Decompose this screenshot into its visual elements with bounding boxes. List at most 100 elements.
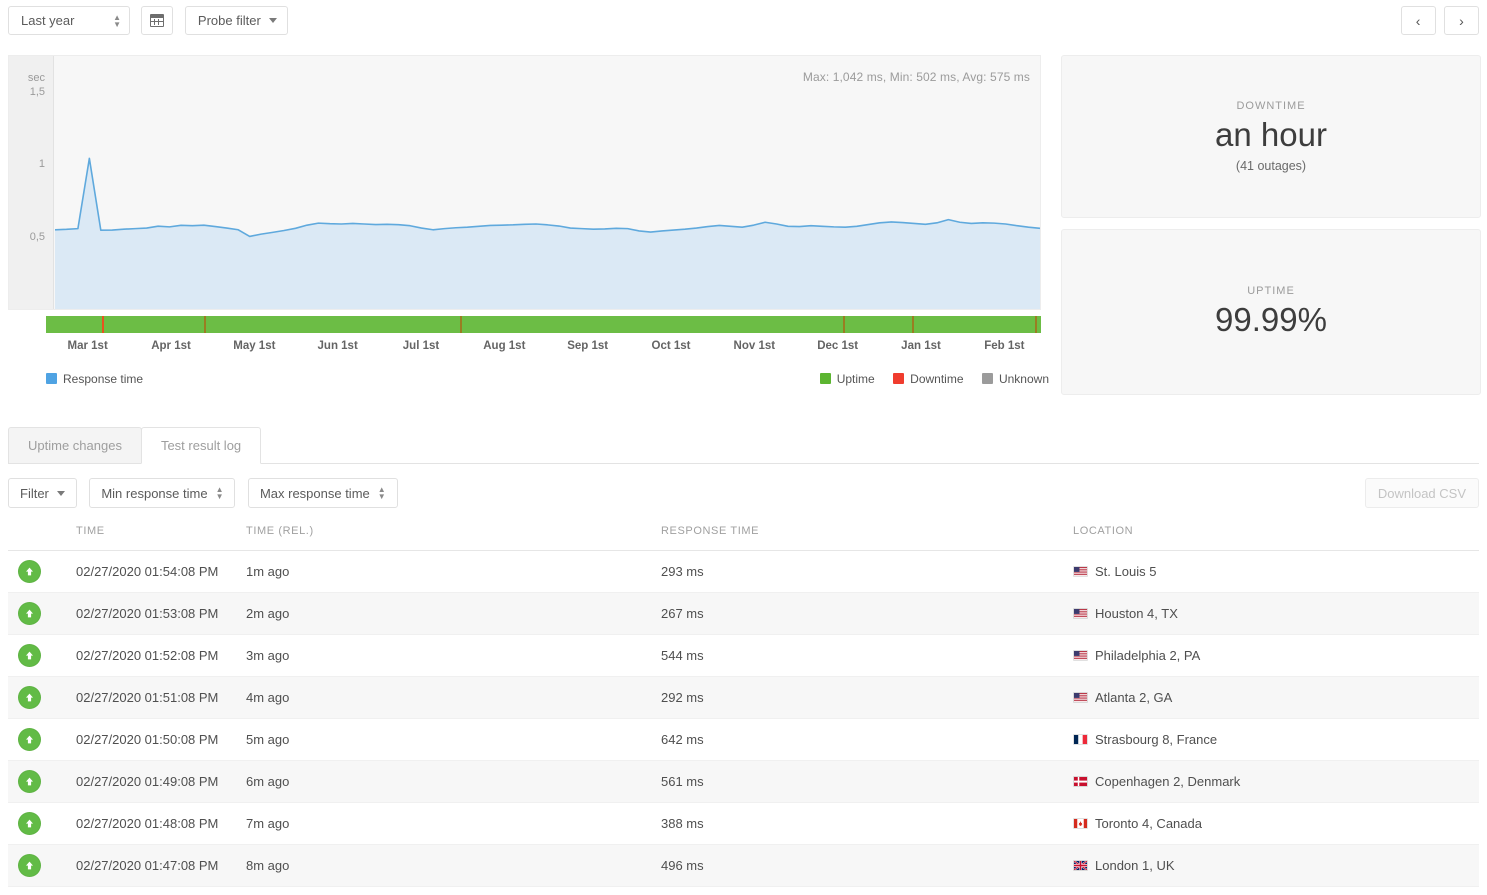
cell-response-time: 267 ms [661, 606, 704, 621]
x-axis-tick-6: Sep 1st [567, 340, 609, 352]
chart-plot-area[interactable] [55, 56, 1040, 309]
table-row[interactable]: 02/27/2020 01:47:08 PM 8m ago 496 ms London… [8, 845, 1479, 887]
status-up-icon [18, 602, 41, 625]
outage-marker-4[interactable] [911, 316, 914, 333]
cell-time: 02/27/2020 01:52:08 PM [76, 648, 219, 663]
chart-stats-label: Max: 1,042 ms, Min: 502 ms, Avg: 575 ms [802, 70, 1030, 84]
probe-filter-label: Probe filter [197, 13, 261, 28]
location-label: St. Louis 5 [1095, 564, 1157, 579]
outage-marker-3[interactable] [842, 316, 845, 333]
legend-item-unknown: Unknown [981, 372, 1049, 386]
legend-swatch-response-time [46, 373, 57, 384]
pagination: ‹ › [1397, 6, 1479, 35]
outage-marker-2[interactable] [459, 316, 462, 333]
uptime-card-label: Uptime [1247, 284, 1295, 297]
next-page-button[interactable]: › [1444, 6, 1479, 35]
calendar-button[interactable] [141, 6, 174, 35]
tab-uptime-changes[interactable]: Uptime changes [8, 427, 142, 464]
row-status [8, 770, 76, 793]
location-label: London 1, UK [1095, 858, 1175, 873]
cell-location: Atlanta 2, GA [1073, 690, 1479, 705]
legend-item-response-time: Response time [46, 372, 143, 386]
cell-time-rel: 5m ago [246, 732, 290, 747]
y-axis-tick-2: 0,5 [29, 230, 45, 243]
cell-response-time: 388 ms [661, 816, 704, 831]
download-csv-button[interactable]: Download CSV [1364, 478, 1479, 508]
table-row[interactable]: 02/27/2020 01:54:08 PM 1m ago 293 ms St. Lo… [8, 551, 1479, 593]
chevron-right-icon: › [1459, 12, 1464, 29]
response-time-chart-panel: sec 1,5 1 0,5 Max: 1,042 ms, Min: 502 ms, A… [8, 55, 1049, 395]
cell-location: London 1, UK [1073, 858, 1479, 873]
flag-us-icon [1073, 608, 1088, 619]
row-status [8, 602, 76, 625]
prev-page-button[interactable]: ‹ [1400, 6, 1436, 35]
y-axis-unit-label: sec [27, 72, 45, 84]
x-axis-tick-0: Mar 1st [67, 340, 108, 352]
table-row[interactable]: 02/27/2020 01:48:08 PM 7m ago 388 ms Toront… [8, 803, 1479, 845]
table-row[interactable]: 02/27/2020 01:49:08 PM 6m ago 561 ms Copenh… [8, 761, 1479, 803]
uptime-status-bar[interactable] [46, 316, 1041, 333]
table-row[interactable]: 02/27/2020 01:50:08 PM 5m ago 642 ms Strasb… [8, 719, 1479, 761]
min-response-time-label: Min response time [101, 485, 208, 501]
flag-dk-icon [1073, 776, 1088, 787]
legend-label-downtime: Downtime [910, 371, 964, 386]
x-axis-tick-11: Feb 1st [984, 340, 1025, 352]
uptime-card: Uptime 99.99% [1061, 229, 1481, 395]
filter-label: Filter [20, 485, 49, 501]
outage-marker-5[interactable] [1035, 316, 1038, 333]
status-up-icon [18, 812, 41, 835]
location-label: Philadelphia 2, PA [1095, 648, 1201, 663]
cell-time: 02/27/2020 01:48:08 PM [76, 816, 219, 831]
column-header-time: Time [76, 525, 105, 537]
x-axis-tick-10: Jan 1st [901, 340, 941, 352]
column-header-time-rel: Time (rel.) [246, 525, 314, 537]
x-axis-tick-8: Nov 1st [733, 340, 776, 352]
cell-time: 02/27/2020 01:50:08 PM [76, 732, 219, 747]
location-label: Strasbourg 8, France [1095, 732, 1218, 747]
chevron-down-icon [56, 490, 65, 496]
legend-swatch-downtime [893, 373, 905, 384]
location-label: Toronto 4, Canada [1095, 816, 1202, 831]
min-response-time-stepper[interactable]: Min response time ▲ ▼ [89, 478, 236, 508]
stepper-icon: ▲ ▼ [377, 485, 386, 501]
row-status [8, 686, 76, 709]
cell-location: Toronto 4, Canada [1073, 816, 1479, 831]
probe-filter-dropdown[interactable]: Probe filter [184, 6, 288, 35]
y-axis: sec 1,5 1 0,5 [9, 56, 54, 309]
cell-time-rel: 4m ago [246, 690, 290, 705]
tab-test-result-log[interactable]: Test result log [140, 427, 262, 464]
legend-swatch-uptime [819, 373, 831, 384]
legend-item-uptime: Uptime [819, 371, 875, 386]
max-response-time-stepper[interactable]: Max response time ▲ ▼ [247, 478, 398, 508]
location-label: Copenhagen 2, Denmark [1095, 774, 1241, 789]
table-row[interactable]: 02/27/2020 01:53:08 PM 2m ago 267 ms Housto… [8, 593, 1479, 635]
outage-marker-0[interactable] [101, 316, 104, 333]
time-range-select[interactable]: Last year ▲ ▼ [8, 6, 130, 35]
location-label: Atlanta 2, GA [1095, 690, 1173, 705]
cell-time-rel: 6m ago [246, 774, 290, 789]
legend-label-uptime: Uptime [836, 371, 875, 386]
table-row[interactable]: 02/27/2020 01:52:08 PM 3m ago 544 ms Philad… [8, 635, 1479, 677]
filter-dropdown[interactable]: Filter [8, 478, 77, 508]
cell-time: 02/27/2020 01:47:08 PM [76, 858, 219, 873]
x-axis-tick-3: Jun 1st [317, 340, 358, 352]
table-body: 02/27/2020 01:54:08 PM 1m ago 293 ms St. Lo… [8, 551, 1479, 887]
cell-response-time: 544 ms [661, 648, 704, 663]
outage-marker-1[interactable] [204, 316, 207, 333]
x-axis-tick-2: May 1st [233, 340, 276, 352]
chevron-left-icon: ‹ [1415, 12, 1421, 29]
x-axis-tick-1: Apr 1st [151, 340, 191, 352]
y-axis-tick-1: 1 [38, 158, 45, 171]
table-header-row: Time Time (rel.) Response time Location [8, 525, 1479, 551]
row-status [8, 560, 76, 583]
cell-response-time: 292 ms [661, 690, 704, 705]
legend-label-response-time: Response time [63, 371, 144, 386]
table-row[interactable]: 02/27/2020 01:51:08 PM 4m ago 292 ms Atlant… [8, 677, 1479, 719]
chevron-down-icon [268, 18, 277, 23]
downtime-card-outages: (41 outages) [1235, 158, 1307, 173]
status-up-icon [18, 728, 41, 751]
cell-location: Philadelphia 2, PA [1073, 648, 1479, 663]
max-response-time-label: Max response time [259, 485, 370, 501]
downtime-card-value: an hour [1215, 116, 1327, 154]
flag-gb-icon [1073, 860, 1088, 871]
